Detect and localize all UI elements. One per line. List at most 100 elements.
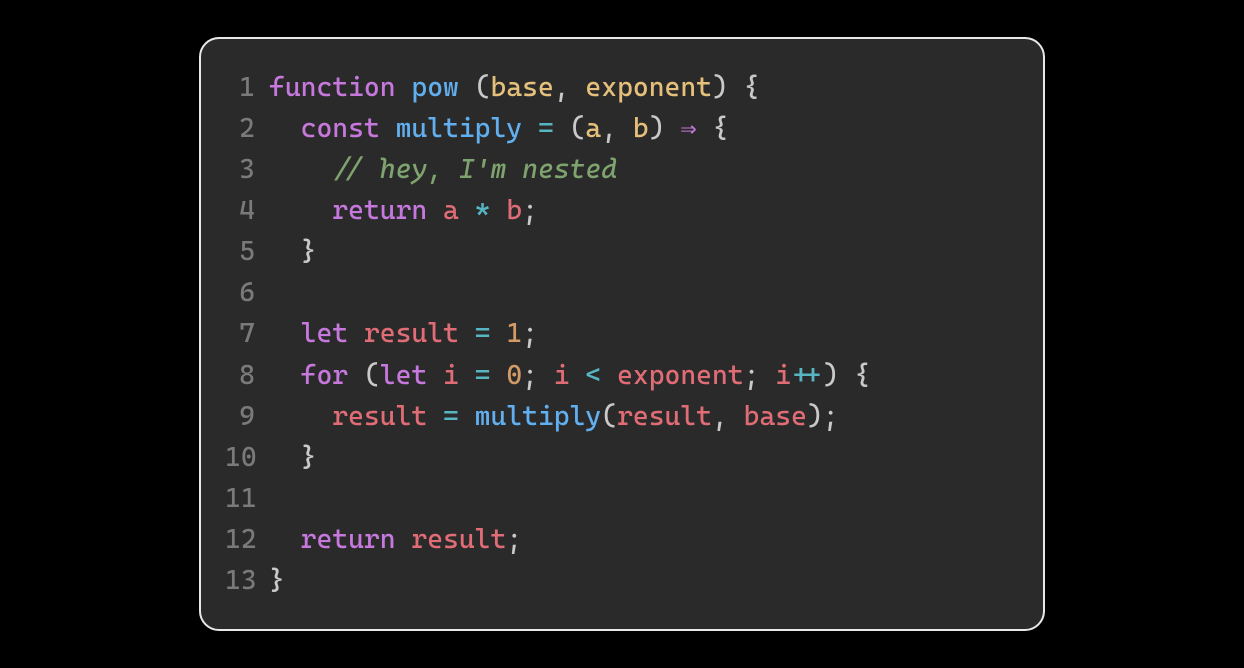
token-param: exponent bbox=[585, 72, 712, 103]
token-operator: * bbox=[475, 195, 507, 226]
line-number: 5 bbox=[225, 231, 269, 272]
token-ident: a bbox=[443, 195, 475, 226]
token-punct: ) { bbox=[712, 72, 759, 103]
token-param: base bbox=[491, 72, 554, 103]
code-line: 9 result = multiply(result, base); bbox=[225, 396, 1007, 437]
line-number: 8 bbox=[225, 355, 269, 396]
line-number: 6 bbox=[225, 272, 269, 313]
token-ident: result bbox=[617, 401, 712, 432]
token-arrow: ⇒ bbox=[680, 113, 696, 144]
token-punct: ( bbox=[364, 360, 380, 391]
token-ident: i bbox=[554, 360, 586, 391]
token-punct: ) { bbox=[823, 360, 870, 391]
token-punct: ; bbox=[522, 360, 554, 391]
token-ident: exponent bbox=[617, 360, 744, 391]
token-punct: ) bbox=[649, 113, 681, 144]
token-operator: ++ bbox=[791, 360, 823, 391]
code-content: for (let i = 0; i < exponent; i++) { bbox=[269, 355, 870, 396]
code-content: let result = 1; bbox=[269, 313, 538, 354]
line-number: 1 bbox=[225, 67, 269, 108]
line-number: 13 bbox=[225, 560, 269, 601]
line-number: 3 bbox=[225, 149, 269, 190]
line-number: 7 bbox=[225, 313, 269, 354]
code-line: 2 const multiply = (a, b) ⇒ { bbox=[225, 108, 1007, 149]
code-line: 13} bbox=[225, 560, 1007, 601]
token-punct: ( bbox=[601, 401, 617, 432]
code-content: } bbox=[269, 437, 316, 478]
code-line: 7 let result = 1; bbox=[225, 313, 1007, 354]
line-number: 9 bbox=[225, 396, 269, 437]
token-default bbox=[269, 113, 301, 144]
token-funcname: multiply bbox=[396, 113, 538, 144]
token-punct: ; bbox=[744, 360, 776, 391]
token-punct: , bbox=[601, 113, 633, 144]
token-punct: } bbox=[269, 442, 316, 473]
token-default bbox=[269, 401, 332, 432]
token-keyword: return bbox=[301, 524, 412, 555]
token-ident: result bbox=[411, 524, 506, 555]
token-ident: b bbox=[506, 195, 522, 226]
code-content: // hey, I'm nested bbox=[269, 149, 617, 190]
token-ident: result bbox=[332, 401, 443, 432]
token-punct: } bbox=[269, 565, 285, 596]
code-body: 1function pow (base, exponent) {2 const … bbox=[225, 67, 1007, 600]
line-number: 11 bbox=[225, 478, 269, 519]
token-punct: } bbox=[269, 236, 316, 267]
token-operator: = bbox=[443, 401, 475, 432]
code-line: 5 } bbox=[225, 231, 1007, 272]
line-number: 4 bbox=[225, 190, 269, 231]
token-operator: < bbox=[585, 360, 617, 391]
token-punct: ( bbox=[570, 113, 586, 144]
token-ident: result bbox=[364, 318, 475, 349]
token-keyword: const bbox=[301, 113, 396, 144]
code-line: 11 bbox=[225, 478, 1007, 519]
token-operator: = bbox=[475, 318, 507, 349]
code-line: 1function pow (base, exponent) { bbox=[225, 67, 1007, 108]
token-default bbox=[269, 360, 301, 391]
token-keyword: for bbox=[301, 360, 364, 391]
token-keyword: let bbox=[380, 360, 443, 391]
code-line: 3 // hey, I'm nested bbox=[225, 149, 1007, 190]
token-funcname: multiply bbox=[475, 401, 602, 432]
code-content: } bbox=[269, 560, 285, 601]
token-param: a bbox=[585, 113, 601, 144]
code-content: const multiply = (a, b) ⇒ { bbox=[269, 108, 728, 149]
code-content: result = multiply(result, base); bbox=[269, 396, 839, 437]
token-punct: ; bbox=[522, 195, 538, 226]
code-line: 4 return a * b; bbox=[225, 190, 1007, 231]
token-ident: i bbox=[443, 360, 475, 391]
code-line: 6 bbox=[225, 272, 1007, 313]
token-funcname: pow bbox=[411, 72, 474, 103]
token-number: 1 bbox=[506, 318, 522, 349]
token-keyword: let bbox=[301, 318, 364, 349]
token-punct: { bbox=[697, 113, 729, 144]
token-ident: i bbox=[775, 360, 791, 391]
code-content: } bbox=[269, 231, 316, 272]
token-punct: ); bbox=[807, 401, 839, 432]
token-punct: ; bbox=[522, 318, 538, 349]
token-punct: ( bbox=[475, 72, 491, 103]
token-default bbox=[269, 524, 301, 555]
token-operator: = bbox=[475, 360, 507, 391]
token-default bbox=[269, 318, 301, 349]
code-editor-frame: 1function pow (base, exponent) {2 const … bbox=[199, 37, 1045, 630]
line-number: 10 bbox=[225, 437, 269, 478]
token-default bbox=[269, 195, 332, 226]
token-operator: = bbox=[538, 113, 570, 144]
token-keyword: return bbox=[332, 195, 443, 226]
code-content: return a * b; bbox=[269, 190, 538, 231]
code-line: 8 for (let i = 0; i < exponent; i++) { bbox=[225, 355, 1007, 396]
token-comment: // hey, I'm nested bbox=[332, 154, 617, 185]
token-keyword: function bbox=[269, 72, 411, 103]
token-param: b bbox=[633, 113, 649, 144]
token-ident: base bbox=[744, 401, 807, 432]
line-number: 2 bbox=[225, 108, 269, 149]
code-line: 10 } bbox=[225, 437, 1007, 478]
token-punct: ; bbox=[506, 524, 522, 555]
token-punct: , bbox=[554, 72, 586, 103]
code-content: function pow (base, exponent) { bbox=[269, 67, 759, 108]
token-number: 0 bbox=[506, 360, 522, 391]
token-punct: , bbox=[712, 401, 744, 432]
token-default bbox=[269, 154, 332, 185]
code-content: return result; bbox=[269, 519, 522, 560]
